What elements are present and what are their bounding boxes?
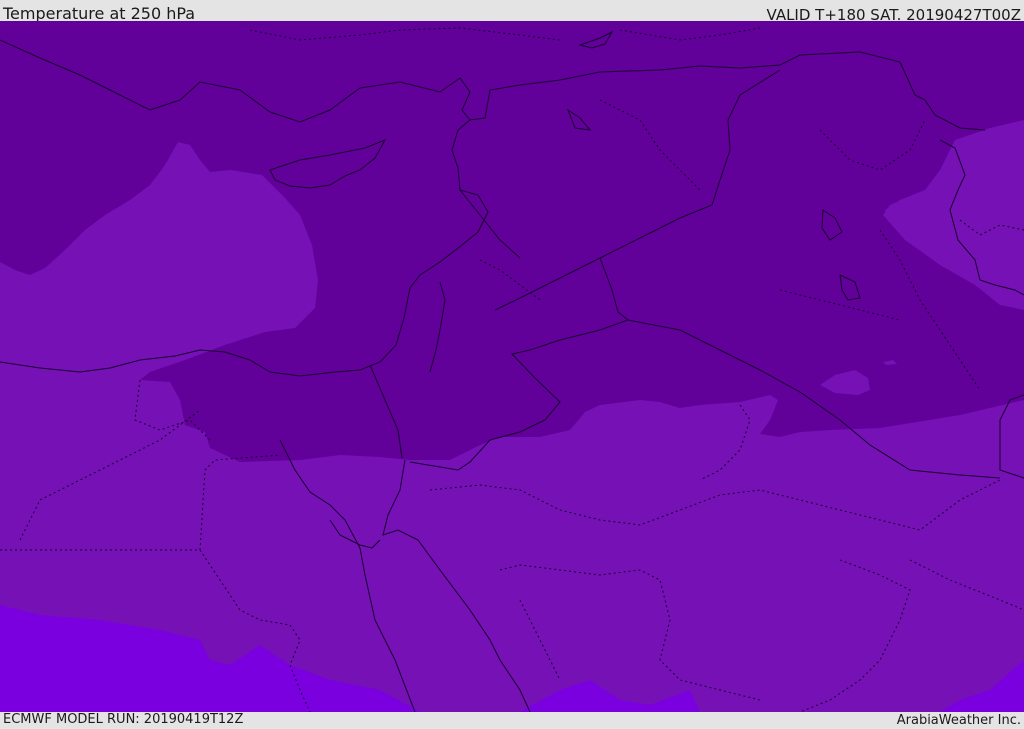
map-figure: Temperature at 250 hPa VALID T+180 SAT. …: [0, 0, 1024, 729]
model-run-label: ECMWF MODEL RUN: 20190419T12Z: [3, 712, 244, 727]
credit-label: ArabiaWeather Inc.: [896, 713, 1021, 728]
footer-bar: ECMWF MODEL RUN: 20190419T12Z ArabiaWeat…: [0, 712, 1024, 729]
temperature-map: [0, 21, 1024, 712]
map-title: Temperature at 250 hPa: [3, 4, 196, 21]
valid-time: VALID T+180 SAT. 20190427T00Z: [766, 6, 1021, 21]
header-bar: Temperature at 250 hPa VALID T+180 SAT. …: [0, 0, 1024, 21]
